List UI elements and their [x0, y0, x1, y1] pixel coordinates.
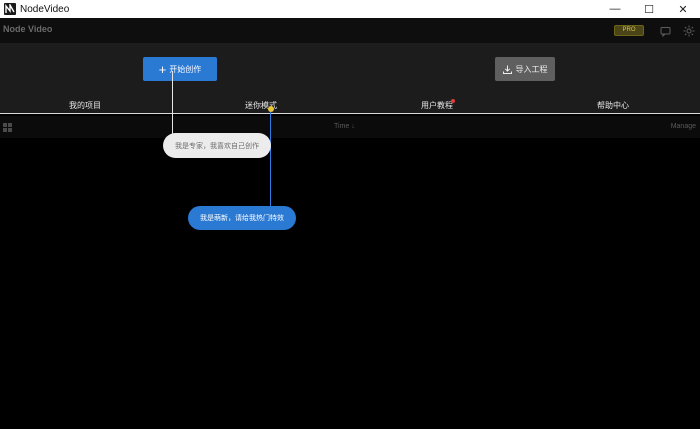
window-title: NodeVideo [20, 3, 70, 15]
maximize-button[interactable]: ☐ [632, 0, 666, 18]
import-project-button[interactable]: 导入工程 [495, 57, 555, 81]
start-creating-label: 开始创作 [169, 64, 202, 74]
import-project-label: 导入工程 [515, 64, 548, 74]
download-icon [502, 65, 512, 74]
plus-icon: + [158, 61, 167, 77]
notification-dot [451, 99, 455, 103]
window-title-bar: NodeVideo — ☐ ✕ [0, 0, 700, 18]
app-logo-icon [4, 3, 16, 15]
pro-badge[interactable]: PRO [614, 25, 644, 36]
tab-help-center[interactable]: 帮助中心 [597, 100, 629, 111]
sort-by-time[interactable]: Time ↓ [334, 123, 355, 130]
minimize-button[interactable]: — [598, 0, 632, 18]
app-header: Node Video PRO [0, 18, 700, 43]
tab-user-tutorials[interactable]: 用户教程 [421, 100, 453, 111]
tab-divider [0, 113, 700, 114]
brand-logo: Node Video [3, 24, 53, 34]
novice-guide-bubble[interactable]: 我是萌新，请给我热门特效 [188, 206, 296, 230]
gear-icon[interactable] [683, 24, 695, 37]
project-toolbar: Time ↓ Manage [0, 116, 700, 138]
expert-guide-bubble[interactable]: 我是专家，我喜欢自己创作 [163, 133, 271, 158]
chat-icon[interactable] [660, 24, 672, 38]
grid-view-icon[interactable] [3, 123, 12, 132]
guide-connector-expert [172, 71, 173, 134]
main-tabs: 我的项目 迷你模式 用户教程 帮助中心 [0, 95, 700, 113]
guide-pointer-dot [268, 106, 274, 112]
start-creating-button[interactable]: + 开始创作 [143, 57, 217, 81]
close-button[interactable]: ✕ [666, 0, 700, 18]
manage-button[interactable]: Manage [671, 123, 696, 130]
guide-connector-novice [270, 109, 271, 207]
tab-my-projects[interactable]: 我的项目 [69, 100, 101, 111]
